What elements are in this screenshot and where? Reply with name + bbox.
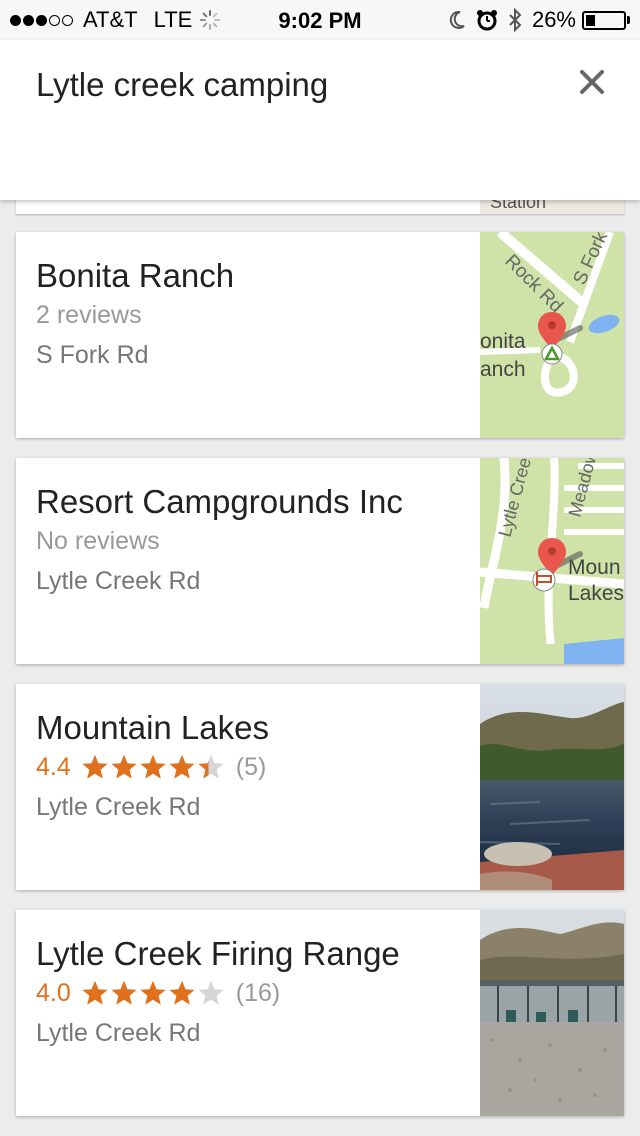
lake-photo (480, 684, 624, 890)
map-thumbnail-graphic: Rock Rd S Fork onita anch (480, 232, 624, 438)
map-label: onita (480, 330, 526, 353)
star-icon (140, 754, 166, 779)
firing-range-photo (480, 910, 624, 1116)
search-query-text[interactable]: Lytle creek camping (36, 66, 328, 104)
battery-level-fill (586, 14, 596, 26)
result-address: Lytle Creek Rd (36, 567, 201, 595)
star-icon (140, 980, 166, 1005)
result-address: Lytle Creek Rd (36, 793, 201, 821)
star-icon (198, 980, 224, 1005)
result-photo-thumbnail[interactable] (480, 684, 624, 890)
result-card-bonita-ranch[interactable]: Bonita Ranch 2 reviews S Fork Rd Rock Rd… (16, 232, 624, 438)
alarm-icon (476, 10, 497, 31)
map-label: Station (490, 200, 547, 212)
search-header: Lytle creek camping (0, 40, 640, 200)
star-rating (81, 753, 226, 781)
result-card-mountain-lakes[interactable]: Mountain Lakes 4.4 (5) Lytle Creek Rd (16, 684, 624, 890)
result-text: Mountain Lakes 4.4 (5) Lytle Creek Rd (36, 708, 466, 822)
star-icon (169, 754, 195, 779)
previous-result-card[interactable]: Station (16, 200, 624, 214)
review-count: (5) (235, 752, 267, 781)
result-map-thumbnail[interactable]: Rock Rd S Fork onita anch (480, 232, 624, 438)
result-reviews: No reviews (36, 527, 160, 555)
rating-row: 4.0 (16) (36, 978, 466, 1008)
result-address: Lytle Creek Rd (36, 1019, 201, 1047)
result-text: Resort Campgrounds Inc No reviews Lytle … (36, 482, 466, 596)
result-title: Resort Campgrounds Inc (36, 483, 403, 520)
result-text: Lytle Creek Firing Range 4.0 (16) Lytle … (36, 934, 466, 1048)
close-button[interactable] (574, 64, 610, 100)
battery-icon (582, 10, 626, 30)
star-rating (81, 979, 226, 1007)
review-count: (16) (235, 978, 281, 1007)
map-label: anch (480, 358, 526, 381)
campground-icon (541, 343, 563, 365)
result-address: S Fork Rd (36, 341, 149, 369)
bluetooth-icon (509, 8, 522, 32)
rating-value: 4.4 (36, 752, 71, 781)
star-icon (198, 754, 224, 779)
status-bar: AT&T LTE 9:02 PM 26% (0, 0, 640, 40)
result-title: Lytle Creek Firing Range (36, 935, 400, 972)
map-thumbnail-graphic: Lytle Cree Meadow Moun Lakes (480, 458, 624, 664)
star-icon (111, 754, 137, 779)
result-reviews: 2 reviews (36, 301, 142, 329)
result-title: Mountain Lakes (36, 709, 269, 746)
map-label: Moun (568, 556, 621, 579)
battery-percent: 26% (531, 7, 576, 32)
star-icon (111, 980, 137, 1005)
result-title: Bonita Ranch (36, 257, 235, 294)
rating-row: 4.4 (5) (36, 752, 466, 782)
close-icon (580, 70, 604, 94)
star-icon (82, 980, 108, 1005)
battery-tip (627, 16, 630, 24)
star-icon (169, 980, 195, 1005)
map-label: Lakes (568, 582, 624, 605)
status-right: 26% (448, 7, 630, 33)
lodging-icon (532, 568, 556, 592)
star-icon (82, 754, 108, 779)
previous-result-map-thumbnail: Station (480, 200, 624, 214)
moon-icon (449, 10, 465, 29)
result-map-thumbnail[interactable]: Lytle Cree Meadow Moun Lakes (480, 458, 624, 664)
result-card-resort-campgrounds[interactable]: Resort Campgrounds Inc No reviews Lytle … (16, 458, 624, 664)
result-photo-thumbnail[interactable] (480, 910, 624, 1116)
rating-value: 4.0 (36, 978, 71, 1007)
result-text: Bonita Ranch 2 reviews S Fork Rd (36, 256, 466, 370)
result-card-firing-range[interactable]: Lytle Creek Firing Range 4.0 (16) Lytle … (16, 910, 624, 1116)
